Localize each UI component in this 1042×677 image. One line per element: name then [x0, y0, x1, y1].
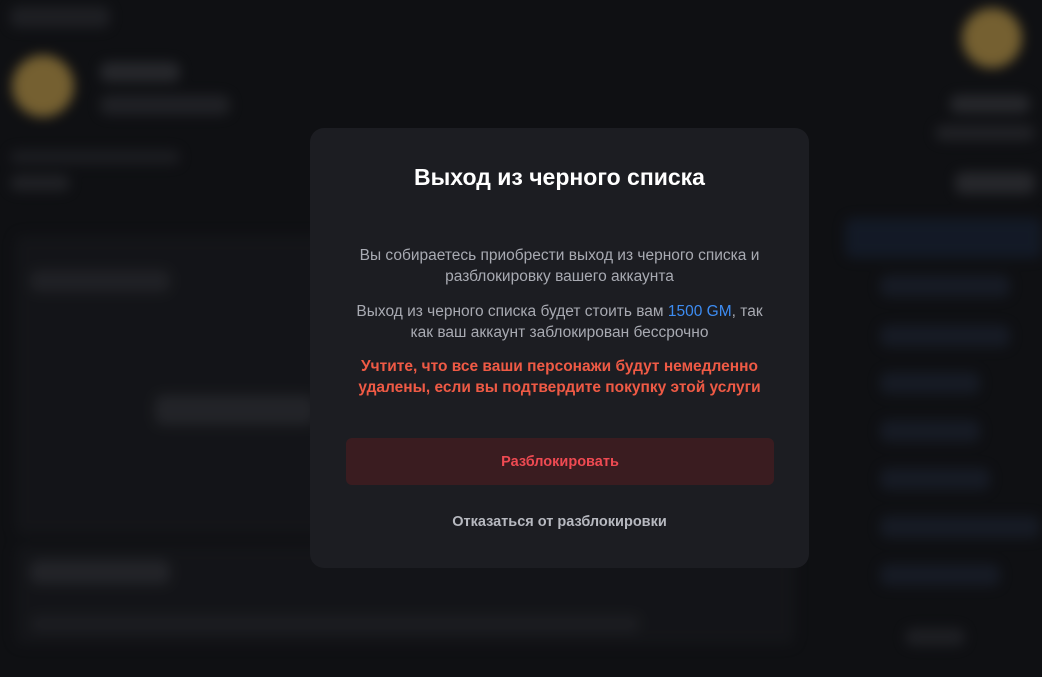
blurred-right-nav-active: [845, 218, 1042, 258]
blurred-center-text: [155, 395, 315, 425]
blurred-avatar: [12, 55, 74, 117]
blurred-right-nav: [880, 564, 1000, 586]
modal-title: Выход из черного списка: [414, 164, 705, 190]
warning-text: Учтите, что все ваши персонажи будут нем…: [358, 358, 761, 396]
blurred-panel-title: [30, 270, 170, 292]
unblock-modal: Выход из черного списка Вы собираетесь п…: [310, 128, 809, 568]
blurred-info-line: [10, 150, 180, 164]
decline-unblock-button[interactable]: Отказаться от разблокировки: [446, 513, 673, 531]
blurred-right-nav: [880, 468, 990, 490]
price-value: 1500 GM: [667, 303, 732, 320]
blurred-right-sub: [935, 125, 1035, 141]
price-text-before: Выход из черного списка будет стоить вам: [356, 303, 668, 320]
unblock-button[interactable]: Разблокировать: [346, 438, 774, 485]
price-description: Выход из черного списка будет стоить вам…: [346, 301, 773, 343]
blurred-bottom-title: [30, 560, 170, 584]
blurred-right-nav: [880, 420, 980, 442]
blurred-right-balance: [955, 172, 1035, 194]
blurred-profile-name: [100, 62, 180, 82]
blurred-profile-sub: [100, 95, 230, 115]
blurred-right-name: [950, 95, 1030, 113]
blurred-top-label: [10, 6, 110, 28]
blurred-bottom-line: [30, 615, 640, 633]
blurred-right-avatar: [962, 8, 1022, 68]
blurred-right-nav: [880, 325, 1010, 347]
purchase-description: Вы собираетесь приобрести выход из черно…: [359, 247, 760, 285]
blurred-right-footer: [905, 628, 965, 646]
blurred-right-nav: [880, 516, 1040, 538]
blurred-info-line: [10, 175, 70, 191]
blurred-right-nav: [880, 275, 1010, 297]
blurred-right-nav: [880, 372, 980, 394]
